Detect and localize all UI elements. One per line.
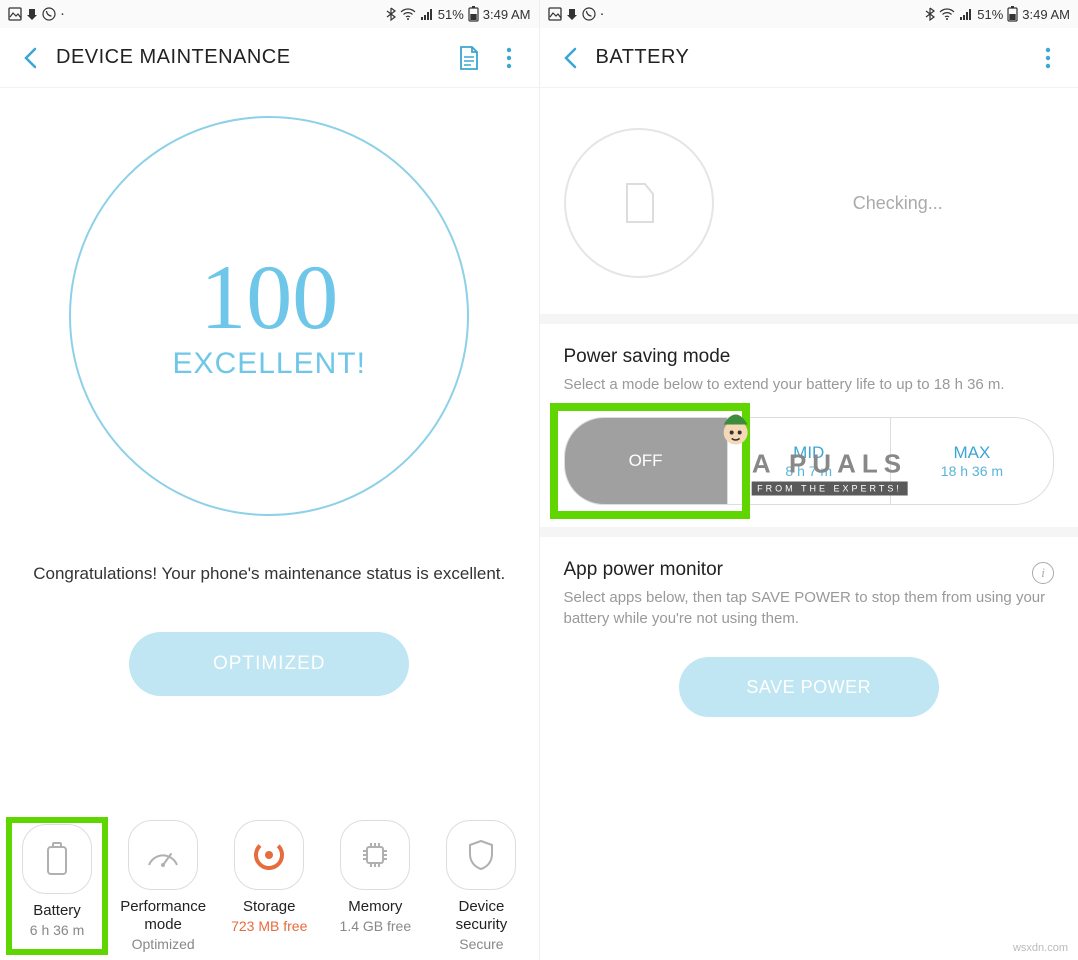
shield-icon [446, 820, 516, 890]
placeholder-icon [617, 176, 661, 230]
power-saving-section: Power saving mode Select a mode below to… [540, 324, 1078, 537]
category-battery[interactable]: Battery 6 h 36 m [9, 820, 105, 952]
mode-mid-button[interactable]: MID 8 h 7 m [728, 417, 891, 505]
category-sub: 1.4 GB free [340, 918, 412, 934]
download-icon [566, 8, 578, 20]
status-bar: · 51% 3:49 AM [540, 0, 1078, 28]
category-security[interactable]: Device security Secure [433, 820, 529, 952]
wifi-icon [939, 8, 955, 20]
bluetooth-icon [925, 7, 935, 21]
section-title: App power monitor [564, 559, 723, 581]
phone-device-maintenance: · 51% 3:49 AM DEVICE MAINTENANCE 100 EXC… [0, 0, 540, 960]
app-header: DEVICE MAINTENANCE [0, 28, 539, 88]
wifi-icon [400, 8, 416, 20]
bluetooth-icon [386, 7, 396, 21]
section-desc: Select a mode below to extend your batte… [564, 374, 1055, 395]
mode-label: MAX [954, 443, 991, 463]
mode-max-button[interactable]: MAX 18 h 36 m [891, 417, 1054, 505]
category-sub: 6 h 36 m [30, 922, 84, 938]
clock: 3:49 AM [1022, 7, 1070, 22]
mode-sub: 18 h 36 m [941, 463, 1003, 479]
checking-label: Checking... [742, 193, 1055, 214]
optimized-button[interactable]: OPTIMIZED [129, 632, 409, 696]
battery-checking-zone: Checking... [540, 88, 1078, 324]
back-button[interactable] [16, 44, 44, 72]
category-label: Battery [33, 902, 81, 920]
score-label: EXCELLENT! [173, 347, 366, 381]
save-power-label: SAVE POWER [746, 677, 871, 698]
page-title: DEVICE MAINTENANCE [56, 46, 291, 69]
score-zone: 100 EXCELLENT! Congratulations! Your pho… [0, 88, 539, 696]
whatsapp-icon [582, 7, 596, 21]
dot-icon: · [600, 10, 605, 18]
category-label: Device security [433, 898, 529, 934]
battery-category-icon [22, 824, 92, 894]
optimized-label: OPTIMIZED [213, 653, 325, 675]
site-watermark: wsxdn.com [1013, 942, 1068, 954]
signal-icon [959, 8, 973, 20]
category-storage[interactable]: Storage 723 MB free [221, 820, 317, 952]
section-title: Power saving mode [564, 346, 1055, 368]
storage-icon [234, 820, 304, 890]
dot-icon: · [60, 10, 65, 18]
power-mode-selector: OFF MID 8 h 7 m MAX 18 h 36 m [564, 417, 1055, 505]
download-icon [26, 8, 38, 20]
mode-off-button[interactable]: OFF [564, 417, 728, 505]
category-label: Storage [243, 898, 296, 916]
battery-icon [1007, 6, 1018, 22]
memory-chip-icon [340, 820, 410, 890]
more-options-button[interactable] [1034, 44, 1062, 72]
mode-label: OFF [629, 451, 663, 471]
back-button[interactable] [556, 44, 584, 72]
category-label: Memory [348, 898, 402, 916]
phone-battery: · 51% 3:49 AM BATTERY Checking... Power [540, 0, 1078, 960]
gallery-icon [8, 7, 22, 21]
clock: 3:49 AM [483, 7, 531, 22]
status-message: Congratulations! Your phone's maintenanc… [9, 564, 529, 584]
category-performance[interactable]: Performance mode Optimized [115, 820, 211, 952]
section-desc: Select apps below, then tap SAVE POWER t… [564, 587, 1055, 629]
more-options-button[interactable] [495, 44, 523, 72]
status-bar: · 51% 3:49 AM [0, 0, 539, 28]
mode-label: MID [793, 443, 824, 463]
maintenance-categories: Battery 6 h 36 m Performance mode Optimi… [0, 796, 539, 960]
info-icon[interactable]: i [1032, 562, 1054, 584]
app-header: BATTERY [540, 28, 1078, 88]
signal-icon [420, 8, 434, 20]
category-label: Performance mode [115, 898, 211, 934]
battery-icon [468, 6, 479, 22]
category-sub: 723 MB free [231, 918, 307, 934]
battery-circle [564, 128, 714, 278]
category-sub: Optimized [132, 936, 195, 952]
category-memory[interactable]: Memory 1.4 GB free [327, 820, 423, 952]
score-value: 100 [200, 251, 338, 343]
gauge-icon [128, 820, 198, 890]
score-circle: 100 EXCELLENT! [69, 116, 469, 516]
whatsapp-icon [42, 7, 56, 21]
category-sub: Secure [459, 936, 503, 952]
document-icon[interactable] [455, 44, 483, 72]
save-power-button[interactable]: SAVE POWER [679, 657, 939, 717]
gallery-icon [548, 7, 562, 21]
battery-pct: 51% [977, 7, 1003, 22]
app-power-monitor-section: App power monitor i Select apps below, t… [540, 537, 1078, 759]
page-title: BATTERY [596, 46, 690, 69]
mode-sub: 8 h 7 m [785, 463, 832, 479]
battery-pct: 51% [438, 7, 464, 22]
